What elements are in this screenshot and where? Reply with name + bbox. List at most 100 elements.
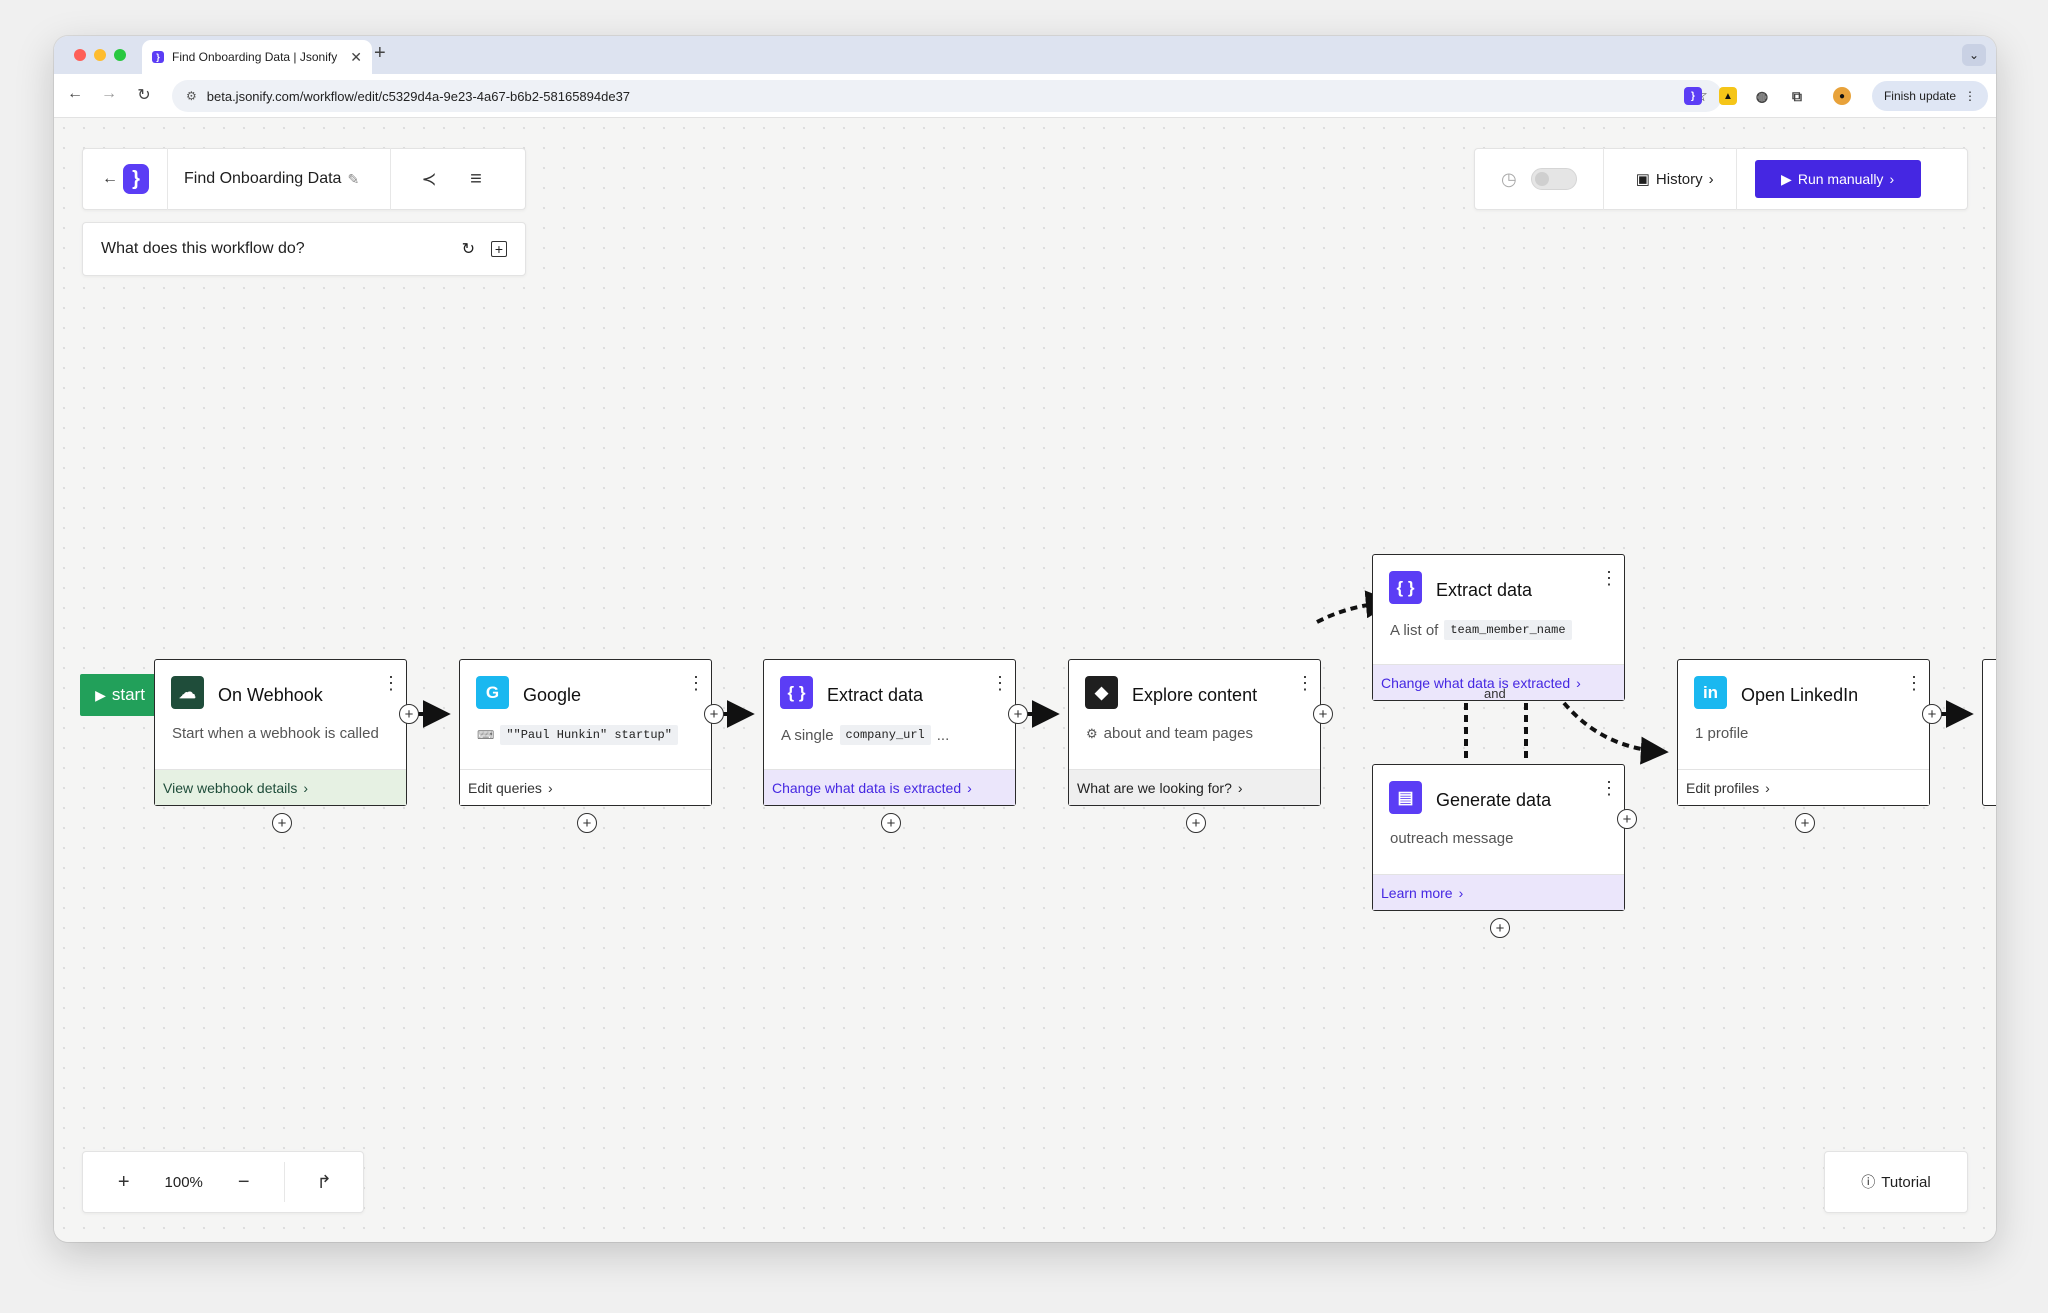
menu-icon[interactable]: ≡	[467, 168, 485, 191]
view-webhook-details-link[interactable]: View webhook details ›	[155, 769, 406, 805]
clock-icon: ◷	[1501, 168, 1517, 189]
finish-update-label: Finish update	[1883, 89, 1956, 103]
subtitle-prefix: A single	[781, 726, 834, 744]
play-circle-icon: ▶	[1781, 170, 1792, 187]
chevron-right-icon: ›	[1237, 779, 1243, 796]
warning-extension-icon[interactable]: ▲	[1719, 87, 1737, 105]
field-code: team_member_name	[1444, 620, 1572, 640]
add-step-right-icon[interactable]: +	[399, 704, 419, 724]
back-arrow-icon[interactable]: ←	[64, 85, 86, 103]
what-are-we-looking-for-link[interactable]: What are we looking for? ›	[1069, 769, 1320, 805]
learn-more-link[interactable]: Learn more ›	[1373, 874, 1624, 910]
more-vert-icon[interactable]: ⋮	[382, 674, 400, 692]
cookie-extension-icon[interactable]: ◍	[1753, 87, 1771, 105]
run-controls: ◷ ▣ History › ▶ Run manually ›	[1474, 148, 1968, 210]
close-tab-icon[interactable]: ✕	[350, 49, 362, 66]
braces-icon: { }	[780, 676, 813, 709]
zoom-level: 100%	[164, 1173, 203, 1191]
chevron-right-icon: ›	[1765, 779, 1770, 796]
tutorial-button[interactable]: ⓘ Tutorial	[1824, 1151, 1968, 1213]
pencil-icon[interactable]: ✎	[347, 171, 359, 188]
workflow-canvas[interactable]: ← } Find Onboarding Data ✎ ≺ ≡ What does…	[54, 118, 1996, 1242]
workflow-description-prompt[interactable]: What does this workflow do? ↻ +	[82, 222, 526, 276]
finish-update-button[interactable]: Finish update ⋮	[1871, 81, 1988, 111]
close-window-icon[interactable]	[74, 49, 86, 61]
google-icon: G	[476, 676, 509, 709]
play-circle-icon: ▶	[95, 686, 106, 703]
address-bar[interactable]: ⚙ beta.jsonify.com/workflow/edit/c5329d4…	[172, 80, 1722, 112]
add-step-below-icon[interactable]: +	[1490, 918, 1510, 938]
back-arrow-icon[interactable]: ←	[97, 170, 123, 188]
refresh-icon[interactable]: ↻	[462, 239, 475, 259]
run-manually-label: Run manually	[1797, 171, 1884, 187]
site-settings-icon[interactable]: ⚙	[186, 89, 197, 103]
explore-diamond-icon: ◆	[1085, 676, 1118, 709]
schedule-toggle[interactable]	[1530, 168, 1577, 190]
edit-queries-link[interactable]: Edit queries ›	[460, 769, 711, 805]
workflow-name-editor[interactable]: Find Onboarding Data ✎	[168, 170, 390, 188]
node-title: Extract data	[1436, 580, 1533, 600]
node-next-offscreen[interactable]	[1982, 659, 1996, 806]
node-google[interactable]: G Google ⋮ ⌨ ""Paul Hunkin" startup" Edi…	[459, 659, 712, 806]
node-query: ⌨ ""Paul Hunkin" startup"	[477, 725, 678, 745]
more-vert-icon[interactable]: ⋮	[687, 674, 705, 692]
add-square-icon[interactable]: +	[491, 241, 507, 257]
node-extract-data-single[interactable]: { } Extract data ⋮ A single company_url …	[763, 659, 1016, 806]
add-step-right-icon[interactable]: +	[704, 704, 724, 724]
and-label: and	[1484, 686, 1506, 701]
history-label: History	[1655, 170, 1703, 188]
maximize-window-icon[interactable]	[114, 49, 126, 61]
minimize-window-icon[interactable]	[94, 49, 106, 61]
zoom-in-icon[interactable]: +	[83, 1171, 165, 1194]
add-step-below-icon[interactable]: +	[577, 813, 597, 833]
add-step-right-icon[interactable]: +	[1008, 704, 1028, 724]
chevron-right-icon: ›	[303, 779, 309, 796]
more-vert-icon: ⋮	[1964, 89, 1976, 103]
node-subtitle: 1 profile	[1695, 725, 1749, 742]
start-trigger[interactable]: ▶ start	[80, 674, 160, 716]
add-step-right-icon[interactable]: +	[1922, 704, 1942, 724]
forward-arrow-icon[interactable]: →	[98, 85, 120, 103]
node-extract-data-list[interactable]: { } Extract data ⋮ A list of team_member…	[1372, 554, 1625, 701]
node-title: Explore content	[1132, 685, 1258, 705]
redo-arrow-icon[interactable]: ↱	[285, 1172, 363, 1193]
history-button[interactable]: ▣ History ›	[1604, 170, 1736, 189]
node-generate-data[interactable]: ▤ Generate data ⋮ outreach message Learn…	[1372, 764, 1625, 911]
chevron-right-icon: ›	[1576, 674, 1581, 691]
add-step-below-icon[interactable]: +	[272, 813, 292, 833]
add-step-below-icon[interactable]: +	[881, 813, 901, 833]
jsonify-extension-icon[interactable]: }	[1684, 87, 1702, 105]
add-step-right-icon[interactable]: +	[1617, 809, 1637, 829]
node-subtitle: A list of team_member_name	[1390, 620, 1572, 640]
node-explore-content[interactable]: ◆ Explore content ⋮ ⚙ about and team pag…	[1068, 659, 1321, 806]
chevron-right-icon: ›	[1708, 170, 1714, 188]
add-step-right-icon[interactable]: +	[1313, 704, 1333, 724]
edit-profiles-link[interactable]: Edit profiles ›	[1678, 769, 1929, 805]
new-tab-icon[interactable]: +	[374, 42, 386, 65]
profile-avatar[interactable]: ●	[1833, 87, 1851, 105]
footer-label: Change what data is extracted	[772, 779, 962, 796]
more-vert-icon[interactable]: ⋮	[991, 674, 1009, 692]
change-extracted-data-link[interactable]: Change what data is extracted ›	[764, 769, 1015, 805]
add-step-below-icon[interactable]: +	[1795, 813, 1815, 833]
more-vert-icon[interactable]: ⋮	[1600, 779, 1618, 797]
node-subtitle: outreach message	[1390, 830, 1514, 847]
url-text: beta.jsonify.com/workflow/edit/c5329d4a-…	[206, 88, 631, 104]
zoom-out-icon[interactable]: −	[203, 1171, 285, 1194]
add-step-below-icon[interactable]: +	[1186, 813, 1206, 833]
extensions-puzzle-icon[interactable]: ⧉	[1788, 87, 1806, 105]
keyboard-icon: ⌨	[477, 728, 495, 742]
chevron-right-icon: ›	[1458, 884, 1464, 901]
run-manually-button[interactable]: ▶ Run manually ›	[1754, 160, 1921, 198]
jsonify-logo-icon: }	[123, 164, 149, 194]
reload-icon[interactable]: ↻	[133, 85, 155, 105]
browser-tab[interactable]: } Find Onboarding Data | Jsonify ✕	[142, 40, 372, 74]
more-vert-icon[interactable]: ⋮	[1905, 674, 1923, 692]
more-vert-icon[interactable]: ⋮	[1296, 674, 1314, 692]
chevron-right-icon: ›	[1889, 171, 1895, 187]
share-icon[interactable]: ≺	[391, 169, 467, 190]
more-vert-icon[interactable]: ⋮	[1600, 569, 1618, 587]
node-open-linkedin[interactable]: in Open LinkedIn ⋮ 1 profile Edit profil…	[1677, 659, 1930, 806]
tab-search-chevron-icon[interactable]: ⌄	[1962, 44, 1986, 66]
node-on-webhook[interactable]: ☁ On Webhook ⋮ Start when a webhook is c…	[154, 659, 407, 806]
